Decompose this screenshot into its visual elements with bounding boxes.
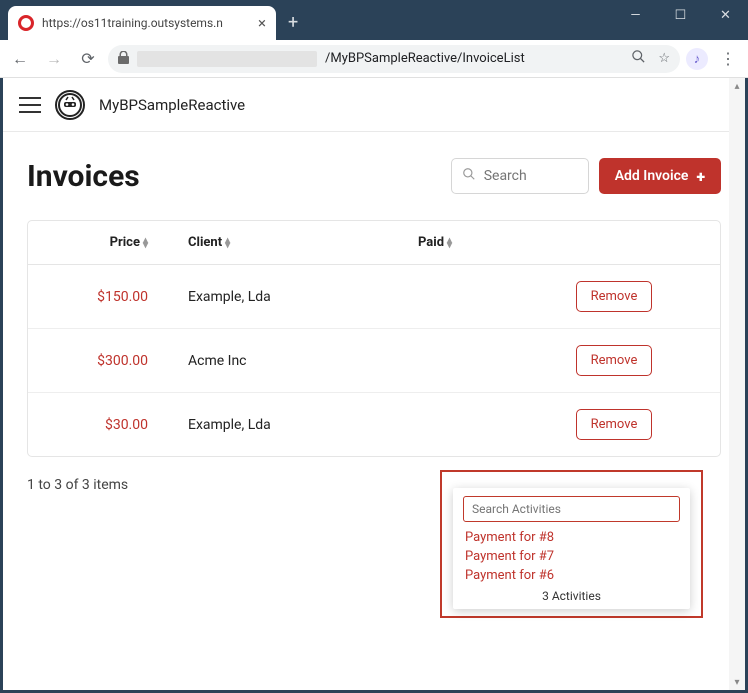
search-input[interactable] — [484, 168, 578, 184]
cell-price: $30.00 — [28, 393, 188, 457]
col-header-paid[interactable]: Paid▴▾ — [418, 221, 528, 265]
cell-client: Acme Inc — [188, 329, 418, 393]
invoice-table: Price▴▾ Client▴▾ Paid▴▾ $150.00 Example,… — [27, 220, 721, 457]
table-row: $30.00 Example, Lda Remove — [28, 393, 720, 457]
browser-toolbar: ← → ⟳ /MyBPSampleReactive/InvoiceList ☆ … — [0, 40, 748, 78]
sort-icon: ▴▾ — [143, 238, 148, 248]
cell-client: Example, Lda — [188, 265, 418, 329]
col-header-client[interactable]: Client▴▾ — [188, 221, 418, 265]
lock-icon — [118, 51, 129, 67]
scroll-down-icon[interactable]: ▾ — [729, 674, 745, 690]
search-icon — [462, 167, 476, 185]
hamburger-menu-icon[interactable] — [19, 97, 41, 113]
search-in-omnibox-icon[interactable] — [631, 49, 646, 68]
remove-button[interactable]: Remove — [576, 281, 653, 312]
vertical-scrollbar[interactable]: ▴ ▾ — [729, 78, 745, 690]
window-close-button[interactable]: ✕ — [703, 0, 748, 30]
scroll-up-icon[interactable]: ▴ — [729, 78, 745, 94]
browser-menu-button[interactable]: ⋮ — [714, 45, 742, 73]
taskbox-search-input[interactable] — [463, 496, 680, 522]
table-row: $150.00 Example, Lda Remove — [28, 265, 720, 329]
app-name: MyBPSampleReactive — [99, 96, 245, 114]
nav-forward-button[interactable]: → — [40, 45, 68, 73]
new-tab-button[interactable]: + — [288, 12, 298, 33]
app-logo-icon — [55, 90, 85, 120]
nav-reload-button[interactable]: ⟳ — [74, 45, 102, 73]
activity-item[interactable]: Payment for #8 — [453, 528, 690, 547]
window-maximize-button[interactable]: ☐ — [658, 0, 703, 30]
search-input-wrapper[interactable] — [451, 158, 589, 194]
tab-title: https://os11training.outsystems.n — [42, 16, 252, 30]
plus-icon: + — [696, 167, 705, 186]
address-bar[interactable]: /MyBPSampleReactive/InvoiceList ☆ — [108, 45, 680, 73]
remove-button[interactable]: Remove — [576, 409, 653, 440]
cell-client: Example, Lda — [188, 393, 418, 457]
activity-item[interactable]: Payment for #7 — [453, 547, 690, 566]
url-path: /MyBPSampleReactive/InvoiceList — [325, 51, 525, 66]
page-title: Invoices — [27, 159, 140, 194]
add-invoice-button[interactable]: Add Invoice + — [599, 158, 721, 194]
app-header: MyBPSampleReactive — [3, 78, 745, 132]
tab-favicon-icon — [18, 15, 34, 31]
window-minimize-button[interactable]: — — [613, 0, 658, 30]
page-viewport: ▴ ▾ MyBPSampleReactive Invoices Add Invo… — [3, 78, 745, 690]
browser-profile-icon[interactable]: ♪ — [686, 48, 708, 70]
bookmark-star-icon[interactable]: ☆ — [658, 51, 670, 66]
table-row: $300.00 Acme Inc Remove — [28, 329, 720, 393]
taskbox-popover: Payment for #8 Payment for #7 Payment fo… — [453, 488, 690, 609]
remove-button[interactable]: Remove — [576, 345, 653, 376]
activity-count: 3 Activities — [453, 585, 690, 603]
cell-price: $300.00 — [28, 329, 188, 393]
cell-price: $150.00 — [28, 265, 188, 329]
activity-item[interactable]: Payment for #6 — [453, 566, 690, 585]
window-titlebar: https://os11training.outsystems.n × + — … — [0, 0, 748, 40]
nav-back-button[interactable]: ← — [6, 45, 34, 73]
url-host-redacted — [137, 51, 317, 67]
add-invoice-label: Add Invoice — [615, 168, 689, 184]
sort-icon: ▴▾ — [447, 238, 452, 248]
col-header-price[interactable]: Price▴▾ — [28, 221, 188, 265]
tab-close-icon[interactable]: × — [258, 14, 266, 32]
sort-icon: ▴▾ — [225, 238, 230, 248]
browser-tab[interactable]: https://os11training.outsystems.n × — [8, 6, 276, 40]
